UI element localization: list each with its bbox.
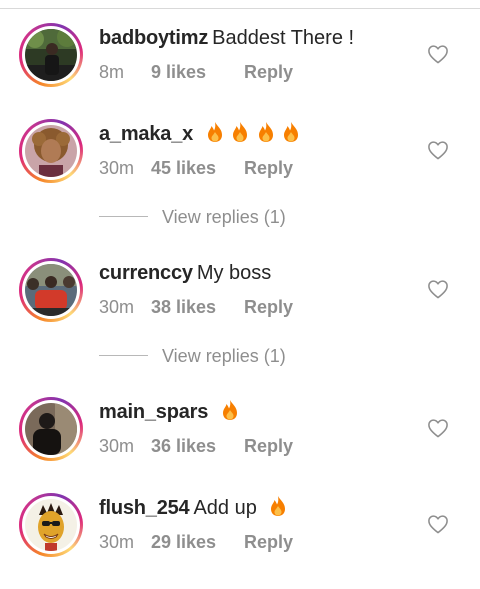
reply-button[interactable]: Reply bbox=[244, 532, 293, 552]
avatar-cartoon-face bbox=[25, 499, 77, 551]
heart-outline-icon[interactable] bbox=[427, 140, 449, 160]
comment-item: a_maka_x 30m 45 likes Reply bbox=[0, 119, 480, 215]
comment-likes[interactable]: 9 likes bbox=[151, 60, 244, 84]
fire-emoji bbox=[222, 400, 237, 420]
avatar-photo-dark-outdoor bbox=[25, 29, 77, 81]
avatar[interactable] bbox=[19, 493, 83, 557]
avatar[interactable] bbox=[19, 258, 83, 322]
fire-emoji bbox=[284, 122, 299, 142]
comment-item: currenccy My boss 30m 38 likes Reply bbox=[0, 258, 480, 354]
comment-time: 30m bbox=[99, 532, 135, 552]
comment-emojis bbox=[199, 122, 301, 145]
heart-outline-icon[interactable] bbox=[427, 279, 449, 299]
comment-item: flush_254 Add up 30m 29 likes Reply bbox=[0, 493, 480, 589]
comment-username[interactable]: a_maka_x bbox=[99, 123, 193, 145]
comment-emojis bbox=[263, 496, 289, 519]
comment-likes[interactable]: 36 likes bbox=[151, 434, 244, 458]
comment-text: Baddest There ! bbox=[212, 27, 355, 49]
view-replies-label[interactable]: View replies (1) bbox=[162, 344, 286, 368]
avatar-photo-dark-figure bbox=[25, 403, 77, 455]
avatar-photo-crowd-red bbox=[25, 264, 77, 316]
comment-time: 8m bbox=[99, 62, 125, 82]
comment-text: Add up bbox=[193, 497, 257, 519]
fire-emoji bbox=[207, 122, 222, 142]
view-replies-divider bbox=[99, 355, 148, 356]
fire-emoji bbox=[258, 122, 273, 142]
reply-button[interactable]: Reply bbox=[244, 158, 293, 178]
reply-button[interactable]: Reply bbox=[244, 62, 293, 82]
comment-username[interactable]: badboytimz bbox=[99, 27, 208, 49]
avatar[interactable] bbox=[19, 397, 83, 461]
comment-likes[interactable]: 38 likes bbox=[151, 295, 244, 319]
comment-likes[interactable]: 29 likes bbox=[151, 530, 244, 554]
fire-emoji bbox=[271, 496, 286, 516]
avatar[interactable] bbox=[19, 23, 83, 87]
comment-likes[interactable]: 45 likes bbox=[151, 156, 244, 180]
comment-text: My boss bbox=[196, 262, 272, 284]
fire-emoji bbox=[233, 122, 248, 142]
comment-item: main_spars 30m 36 likes Reply bbox=[0, 397, 480, 493]
view-replies-divider bbox=[99, 216, 148, 217]
comment-time: 30m bbox=[99, 158, 135, 178]
avatar[interactable] bbox=[19, 119, 83, 183]
comment-username[interactable]: flush_254 bbox=[99, 497, 190, 519]
comment-time: 30m bbox=[99, 297, 135, 317]
comment-username[interactable]: main_spars bbox=[99, 401, 208, 423]
reply-button[interactable]: Reply bbox=[244, 297, 293, 317]
heart-outline-icon[interactable] bbox=[427, 44, 449, 64]
comment-emojis bbox=[214, 400, 240, 423]
heart-outline-icon[interactable] bbox=[427, 514, 449, 534]
comment-item: badboytimz Baddest There ! 8m 9 likes Reply bbox=[0, 23, 480, 119]
top-divider bbox=[0, 0, 480, 9]
avatar-photo-woman-curly-hair bbox=[25, 125, 77, 177]
heart-outline-icon[interactable] bbox=[427, 418, 449, 438]
comment-time: 30m bbox=[99, 436, 135, 456]
view-replies-label[interactable]: View replies (1) bbox=[162, 205, 286, 229]
reply-button[interactable]: Reply bbox=[244, 436, 293, 456]
comment-username[interactable]: currenccy bbox=[99, 262, 193, 284]
